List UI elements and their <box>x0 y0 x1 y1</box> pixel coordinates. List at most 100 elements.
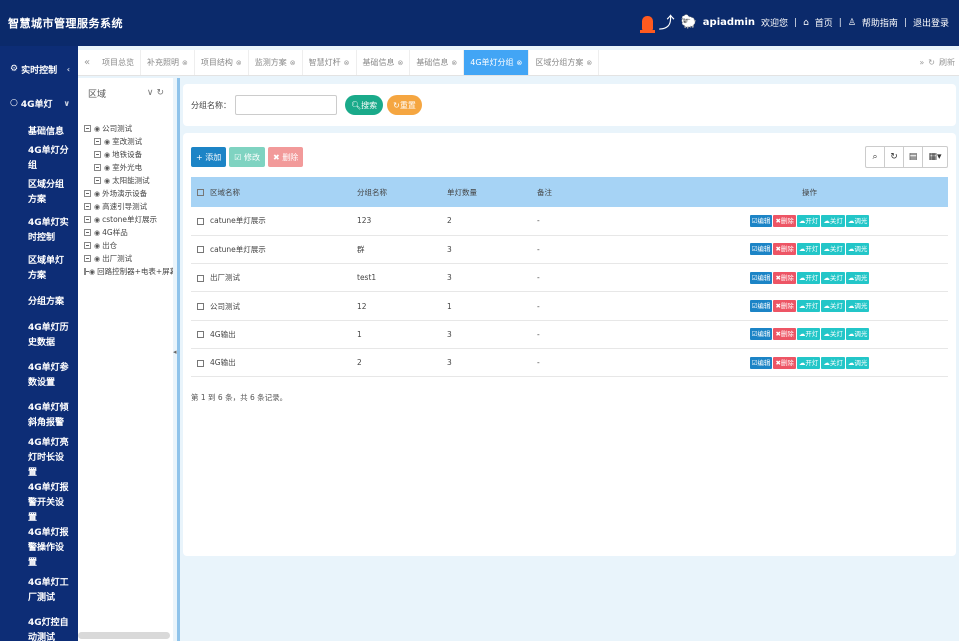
sidebar-subitem[interactable]: 4G单灯亮灯时长设置 <box>28 436 72 481</box>
row-edit-button[interactable]: ☑编辑 <box>749 214 773 227</box>
collapse-box-icon[interactable] <box>84 125 91 132</box>
tree-node[interactable]: ◉ 出厂测试 <box>84 252 173 265</box>
collapse-box-icon[interactable] <box>84 190 91 197</box>
row-checkbox[interactable] <box>197 246 204 254</box>
row-light-off-button[interactable]: ☁关灯 <box>821 271 845 284</box>
tab[interactable]: 项目结构 ⊗ <box>195 50 249 75</box>
help-link[interactable]: 帮助指南 <box>862 16 898 29</box>
row-delete-button[interactable]: ✖删除 <box>773 300 796 313</box>
table-row[interactable]: 公司测试 12 1- ☑编辑 ✖删除 ☁开灯 ☁关灯 ☁调光 <box>191 291 948 321</box>
row-light-on-button[interactable]: ☁开灯 <box>796 271 821 284</box>
row-edit-button[interactable]: ☑编辑 <box>749 243 773 256</box>
row-edit-button[interactable]: ☑编辑 <box>749 356 773 369</box>
close-icon[interactable]: ⊗ <box>236 59 242 67</box>
row-checkbox[interactable] <box>197 274 204 282</box>
close-icon[interactable]: ⊗ <box>398 59 404 67</box>
row-delete-button[interactable]: ✖删除 <box>773 214 796 227</box>
alarm-icon[interactable] <box>639 15 655 33</box>
row-checkbox[interactable] <box>197 331 204 339</box>
collapse-box-icon[interactable] <box>84 255 91 262</box>
collapse-icon[interactable]: ∨ <box>147 88 157 98</box>
collapse-box-icon[interactable] <box>94 177 101 184</box>
edit-button[interactable]: ☑ 修改 <box>229 147 265 167</box>
tab-4g-lamp-group[interactable]: 4G单灯分组 ⊗ <box>464 50 530 75</box>
tree-node[interactable]: ◉ 出仓 <box>84 239 173 252</box>
close-icon[interactable]: ⊗ <box>182 59 188 67</box>
row-edit-button[interactable]: ☑编辑 <box>749 300 773 313</box>
table-row[interactable]: 出厂测试 test1 3- ☑编辑 ✖删除 ☁开灯 ☁关灯 ☁调光 <box>191 263 948 293</box>
sidebar-subitem[interactable]: 4G单灯参数设置 <box>28 356 72 396</box>
close-icon[interactable]: ⊗ <box>586 59 592 67</box>
tree-node[interactable]: ◉ 4G样品 <box>84 226 173 239</box>
collapse-box-icon[interactable] <box>84 216 91 223</box>
sidebar-subitem[interactable]: 4G单灯报警操作设置 <box>28 526 72 571</box>
sidebar-subitem[interactable]: 区域分组方案 <box>28 174 72 212</box>
tab-scroll-left-icon[interactable]: « <box>78 50 96 75</box>
delete-button[interactable]: ✖ 删除 <box>267 147 304 167</box>
tab[interactable]: 监测方案 ⊗ <box>249 50 303 75</box>
tab[interactable]: 智慧灯杆 ⊗ <box>303 50 357 75</box>
row-light-on-button[interactable]: ☁开灯 <box>796 300 821 313</box>
columns-icon[interactable]: ▦▾ <box>923 147 947 167</box>
row-edit-button[interactable]: ☑编辑 <box>749 328 773 341</box>
collapse-box-icon[interactable] <box>94 164 101 171</box>
row-light-on-button[interactable]: ☁开灯 <box>796 214 821 227</box>
sidebar-subitem[interactable]: 4G单灯倾斜角报警 <box>28 396 72 436</box>
home-icon[interactable]: ⌂ <box>803 18 809 28</box>
row-light-off-button[interactable]: ☁关灯 <box>821 300 845 313</box>
tree-node[interactable]: ◉ 室外光电 <box>84 161 173 174</box>
row-edit-button[interactable]: ☑编辑 <box>749 271 773 284</box>
search-toggle-icon[interactable]: ⌕ <box>866 147 885 167</box>
tree-node[interactable]: ◉ 高速引导测试 <box>84 200 173 213</box>
row-dim-button[interactable]: ☁调光 <box>845 271 870 284</box>
sidebar-subitem[interactable]: 分组方案 <box>28 288 72 316</box>
help-icon[interactable]: ♙ <box>848 18 856 28</box>
sidebar-subitem[interactable]: 基础信息 <box>28 120 72 144</box>
row-delete-button[interactable]: ✖删除 <box>773 328 796 341</box>
column-header-group[interactable]: 分组名称 <box>351 177 441 207</box>
tab[interactable]: 基础信息 ⊗ <box>357 50 411 75</box>
collapse-box-icon[interactable] <box>94 151 101 158</box>
column-header-area[interactable]: 区域名称 <box>191 177 351 207</box>
tab-scroll-right-icon[interactable]: » <box>919 58 924 67</box>
collapse-box-icon[interactable] <box>84 268 89 275</box>
column-header-note[interactable]: 备注 <box>531 177 671 207</box>
close-icon[interactable]: ⊗ <box>451 59 457 67</box>
refresh-link[interactable]: 刷新 <box>939 57 955 68</box>
row-light-on-button[interactable]: ☁开灯 <box>796 243 821 256</box>
row-dim-button[interactable]: ☁调光 <box>845 214 870 227</box>
toggle-view-icon[interactable]: ▤ <box>904 147 923 167</box>
tree-node[interactable]: ◉ 公司测试 <box>84 122 173 135</box>
table-row[interactable]: catune单灯展示 123 2- ☑编辑 ✖删除 ☁开灯 ☁关灯 ☁调光 <box>191 207 948 236</box>
row-light-off-button[interactable]: ☁关灯 <box>821 328 845 341</box>
row-checkbox[interactable] <box>197 217 204 225</box>
row-delete-button[interactable]: ✖删除 <box>773 243 796 256</box>
tree-node[interactable]: ◉ 太阳能测试 <box>84 174 173 187</box>
table-row[interactable]: catune单灯展示群 3- ☑编辑 ✖删除 ☁开灯 ☁关灯 ☁调光 <box>191 235 948 265</box>
tree-node[interactable]: ◉ 回路控制器+电表+屏幕 <box>84 265 173 278</box>
row-light-off-button[interactable]: ☁关灯 <box>821 243 845 256</box>
sidebar-item-realtime-control[interactable]: ⚙ 实时控制 ‹ <box>0 52 78 86</box>
tab[interactable]: 基础信息 ⊗ <box>410 50 465 75</box>
collapse-box-icon[interactable] <box>84 203 91 210</box>
refresh-icon[interactable]: ↻ <box>928 58 935 67</box>
row-delete-button[interactable]: ✖删除 <box>773 271 796 284</box>
row-dim-button[interactable]: ☁调光 <box>845 328 870 341</box>
add-button[interactable]: + 添加 <box>191 147 227 167</box>
table-row[interactable]: 4G输出 1 3- ☑编辑 ✖删除 ☁开灯 ☁关灯 ☁调光 <box>191 320 948 349</box>
select-all-checkbox[interactable] <box>197 189 204 196</box>
row-light-on-button[interactable]: ☁开灯 <box>796 356 821 369</box>
tree-node[interactable]: ◉ cstone单灯展示 <box>84 213 173 226</box>
close-icon[interactable]: ⊗ <box>290 59 296 67</box>
streetlamp-icon[interactable]: ⤴ <box>659 14 675 30</box>
sidebar-subitem[interactable]: 4G单灯工厂测试 <box>28 571 72 611</box>
home-link[interactable]: 首页 <box>815 16 833 29</box>
row-checkbox[interactable] <box>197 303 204 311</box>
refresh-icon[interactable]: ↻ <box>156 88 167 98</box>
sidebar-subitem[interactable]: 4G单灯分组 <box>28 144 72 174</box>
splitter-arrow-icon[interactable]: ◂ <box>173 348 177 356</box>
tree-node[interactable]: ◉ 地铁设备 <box>84 148 173 161</box>
row-delete-button[interactable]: ✖删除 <box>773 356 796 369</box>
tab[interactable]: 补充照明 ⊗ <box>141 50 195 75</box>
row-dim-button[interactable]: ☁调光 <box>845 243 870 256</box>
